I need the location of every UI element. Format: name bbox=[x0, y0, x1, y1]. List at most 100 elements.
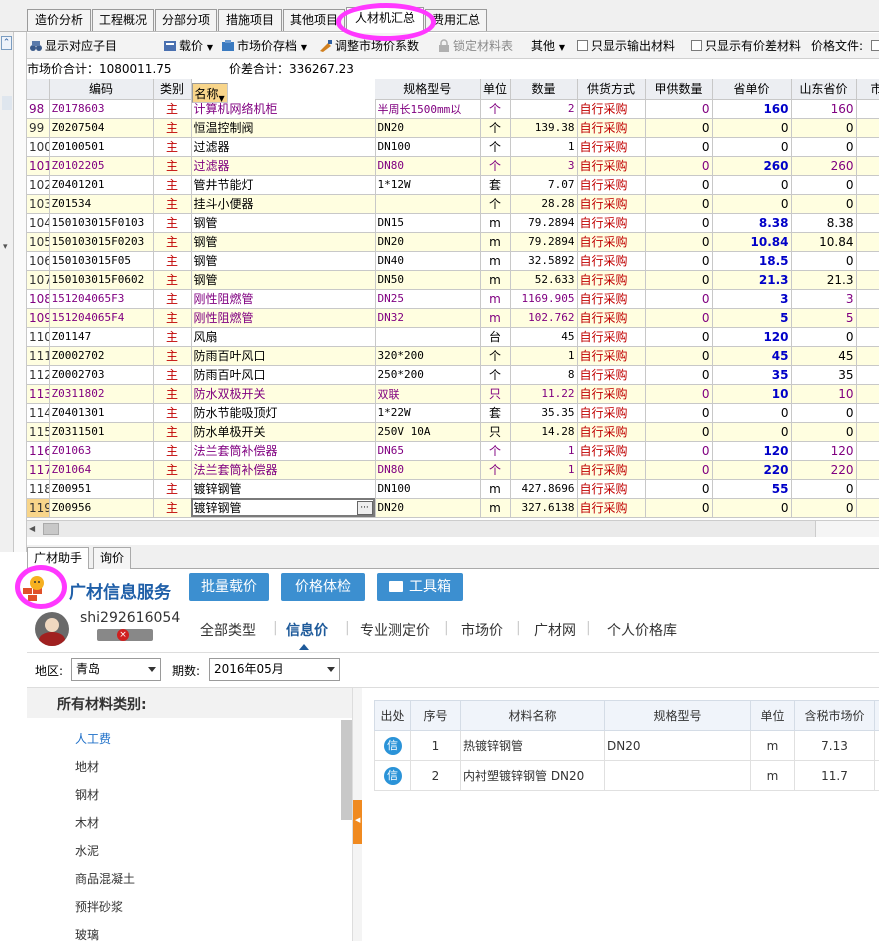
cell-unit[interactable]: 个 bbox=[480, 460, 510, 479]
table-row[interactable]: 112Z0002703主防雨百叶风口250*200个8自行采购03535 bbox=[27, 365, 879, 384]
cell-unit[interactable]: 个 bbox=[480, 118, 510, 137]
results-header-3[interactable]: 规格型号 bbox=[605, 701, 751, 731]
cell-jia[interactable]: 0 bbox=[645, 270, 712, 289]
cell-code[interactable]: Z0178603 bbox=[49, 99, 153, 118]
table-row[interactable]: 105150103015F0203主钢管DN20m79.2894自行采购010.… bbox=[27, 232, 879, 251]
result-cell-spec[interactable] bbox=[605, 761, 751, 791]
table-row[interactable]: 102Z0401201主管井节能灯1*12W套7.07自行采购000 bbox=[27, 175, 879, 194]
cell-market[interactable] bbox=[856, 289, 879, 308]
cell-n[interactable]: 109 bbox=[27, 308, 49, 327]
table-row[interactable]: 99Z0207504主恒温控制阀DN20个139.38自行采购000 bbox=[27, 118, 879, 137]
result-row[interactable]: 信1热镀锌钢管DN20m7.13 bbox=[375, 731, 879, 761]
cell-market[interactable] bbox=[856, 213, 879, 232]
cell-cat[interactable]: 主 bbox=[153, 156, 191, 175]
status-indicator[interactable]: × bbox=[97, 629, 153, 641]
tab-inquiry[interactable]: 询价 bbox=[93, 547, 131, 569]
cell-code[interactable]: Z01063 bbox=[49, 441, 153, 460]
cell-jia[interactable]: 0 bbox=[645, 327, 712, 346]
cell-cat[interactable]: 主 bbox=[153, 99, 191, 118]
cell-market[interactable] bbox=[856, 270, 879, 289]
cell-jia[interactable]: 0 bbox=[645, 479, 712, 498]
cell-n[interactable]: 118 bbox=[27, 479, 49, 498]
cell-qty[interactable]: 1 bbox=[510, 346, 577, 365]
cell-name[interactable]: 防雨百叶风口 bbox=[191, 346, 375, 365]
show-child-button[interactable]: 显示对应子目 bbox=[29, 33, 117, 59]
cell-n[interactable]: 116 bbox=[27, 441, 49, 460]
cell-cat[interactable]: 主 bbox=[153, 213, 191, 232]
cell-jia[interactable]: 0 bbox=[645, 251, 712, 270]
cell-unit[interactable]: m bbox=[480, 213, 510, 232]
cell-sd[interactable]: 0 bbox=[791, 403, 856, 422]
cell-jia[interactable]: 0 bbox=[645, 403, 712, 422]
cell-sd[interactable]: 3 bbox=[791, 289, 856, 308]
tab-cost-analysis[interactable]: 造价分析 bbox=[27, 9, 91, 31]
cell-name[interactable]: 钢管 bbox=[191, 251, 375, 270]
result-cell-unit[interactable]: m bbox=[751, 761, 795, 791]
cell-supply[interactable]: 自行采购 bbox=[577, 403, 645, 422]
cell-n[interactable]: 99 bbox=[27, 118, 49, 137]
cell-cat[interactable]: 主 bbox=[153, 232, 191, 251]
cell-spec[interactable]: 250V 10A bbox=[375, 422, 480, 441]
category-item[interactable]: 商品混凝土 bbox=[75, 870, 135, 887]
cell-code[interactable]: Z01064 bbox=[49, 460, 153, 479]
table-row[interactable]: 119Z00956主镀锌钢管···DN20m327.6138自行采购000 bbox=[27, 498, 879, 517]
cell-code[interactable]: 151204065F3 bbox=[49, 289, 153, 308]
cell-cat[interactable]: 主 bbox=[153, 422, 191, 441]
cell-sd[interactable]: 0 bbox=[791, 327, 856, 346]
cell-supply[interactable]: 自行采购 bbox=[577, 327, 645, 346]
tab-sections[interactable]: 分部分项 bbox=[155, 9, 217, 31]
cell-qty[interactable]: 35.35 bbox=[510, 403, 577, 422]
result-cell-src[interactable]: 信 bbox=[375, 731, 411, 761]
cell-qty[interactable]: 2 bbox=[510, 99, 577, 118]
cell-qty[interactable]: 28.28 bbox=[510, 194, 577, 213]
cell-qty[interactable]: 8 bbox=[510, 365, 577, 384]
cell-sd[interactable]: 0 bbox=[791, 422, 856, 441]
cell-market[interactable] bbox=[856, 346, 879, 365]
only-output-checkbox[interactable]: 只显示输出材料 bbox=[577, 33, 675, 59]
cell-prov[interactable]: 0 bbox=[712, 118, 791, 137]
category-item[interactable]: 木材 bbox=[75, 814, 99, 831]
cell-jia[interactable]: 0 bbox=[645, 175, 712, 194]
cell-spec[interactable]: 1*12W bbox=[375, 175, 480, 194]
cell-n[interactable]: 113 bbox=[27, 384, 49, 403]
cell-cat[interactable]: 主 bbox=[153, 498, 191, 517]
cell-spec[interactable]: DN80 bbox=[375, 460, 480, 479]
results-header-4[interactable]: 单位 bbox=[751, 701, 795, 731]
grid-header-0[interactable] bbox=[27, 79, 49, 99]
cell-supply[interactable]: 自行采购 bbox=[577, 270, 645, 289]
cell-spec[interactable]: DN50 bbox=[375, 270, 480, 289]
cell-spec[interactable]: DN20 bbox=[375, 232, 480, 251]
horizontal-scrollbar[interactable]: ◀ bbox=[27, 520, 879, 537]
collapse-handle[interactable]: ◀ bbox=[353, 800, 362, 844]
grid-header-3[interactable]: 名称▼ bbox=[192, 83, 228, 103]
cell-n[interactable]: 115 bbox=[27, 422, 49, 441]
grid-header-7[interactable]: 供货方式 bbox=[577, 79, 645, 99]
table-row[interactable]: 117Z01064主法兰套筒补偿器DN80个1自行采购0220220 bbox=[27, 460, 879, 479]
cell-spec[interactable]: 半周长1500mm以 bbox=[375, 99, 480, 118]
cell-code[interactable]: 150103015F0203 bbox=[49, 232, 153, 251]
cell-supply[interactable]: 自行采购 bbox=[577, 175, 645, 194]
cell-name[interactable]: 防雨百叶风口 bbox=[191, 365, 375, 384]
close-icon[interactable]: × bbox=[117, 629, 129, 641]
cell-unit[interactable]: m bbox=[480, 479, 510, 498]
table-row[interactable]: 111Z0002702主防雨百叶风口320*200个1自行采购04545 bbox=[27, 346, 879, 365]
cell-name[interactable]: 钢管 bbox=[191, 232, 375, 251]
cell-sd[interactable]: 0 bbox=[791, 479, 856, 498]
table-row[interactable]: 118Z00951主镀锌钢管DN100m427.8696自行采购0550 bbox=[27, 479, 879, 498]
market-archive-button[interactable]: 市场价存档 ▼ bbox=[221, 33, 307, 59]
cell-unit[interactable]: m bbox=[480, 251, 510, 270]
cell-market[interactable] bbox=[856, 460, 879, 479]
cell-name[interactable]: 镀锌钢管 bbox=[191, 479, 375, 498]
cell-unit[interactable]: 个 bbox=[480, 137, 510, 156]
cell-prov[interactable]: 18.5 bbox=[712, 251, 791, 270]
cell-qty[interactable]: 32.5892 bbox=[510, 251, 577, 270]
cell-jia[interactable]: 0 bbox=[645, 441, 712, 460]
grid-header-5[interactable]: 单位 bbox=[480, 79, 510, 99]
only-diff-checkbox[interactable]: 只显示有价差材料 bbox=[691, 33, 801, 59]
result-cell-seq[interactable]: 2 bbox=[411, 761, 461, 791]
cell-name[interactable]: 防水单极开关 bbox=[191, 422, 375, 441]
cell-spec[interactable]: DN32 bbox=[375, 308, 480, 327]
grid-header-2[interactable]: 类别 bbox=[153, 79, 191, 99]
tab-measures[interactable]: 措施项目 bbox=[218, 9, 282, 31]
cell-supply[interactable]: 自行采购 bbox=[577, 137, 645, 156]
